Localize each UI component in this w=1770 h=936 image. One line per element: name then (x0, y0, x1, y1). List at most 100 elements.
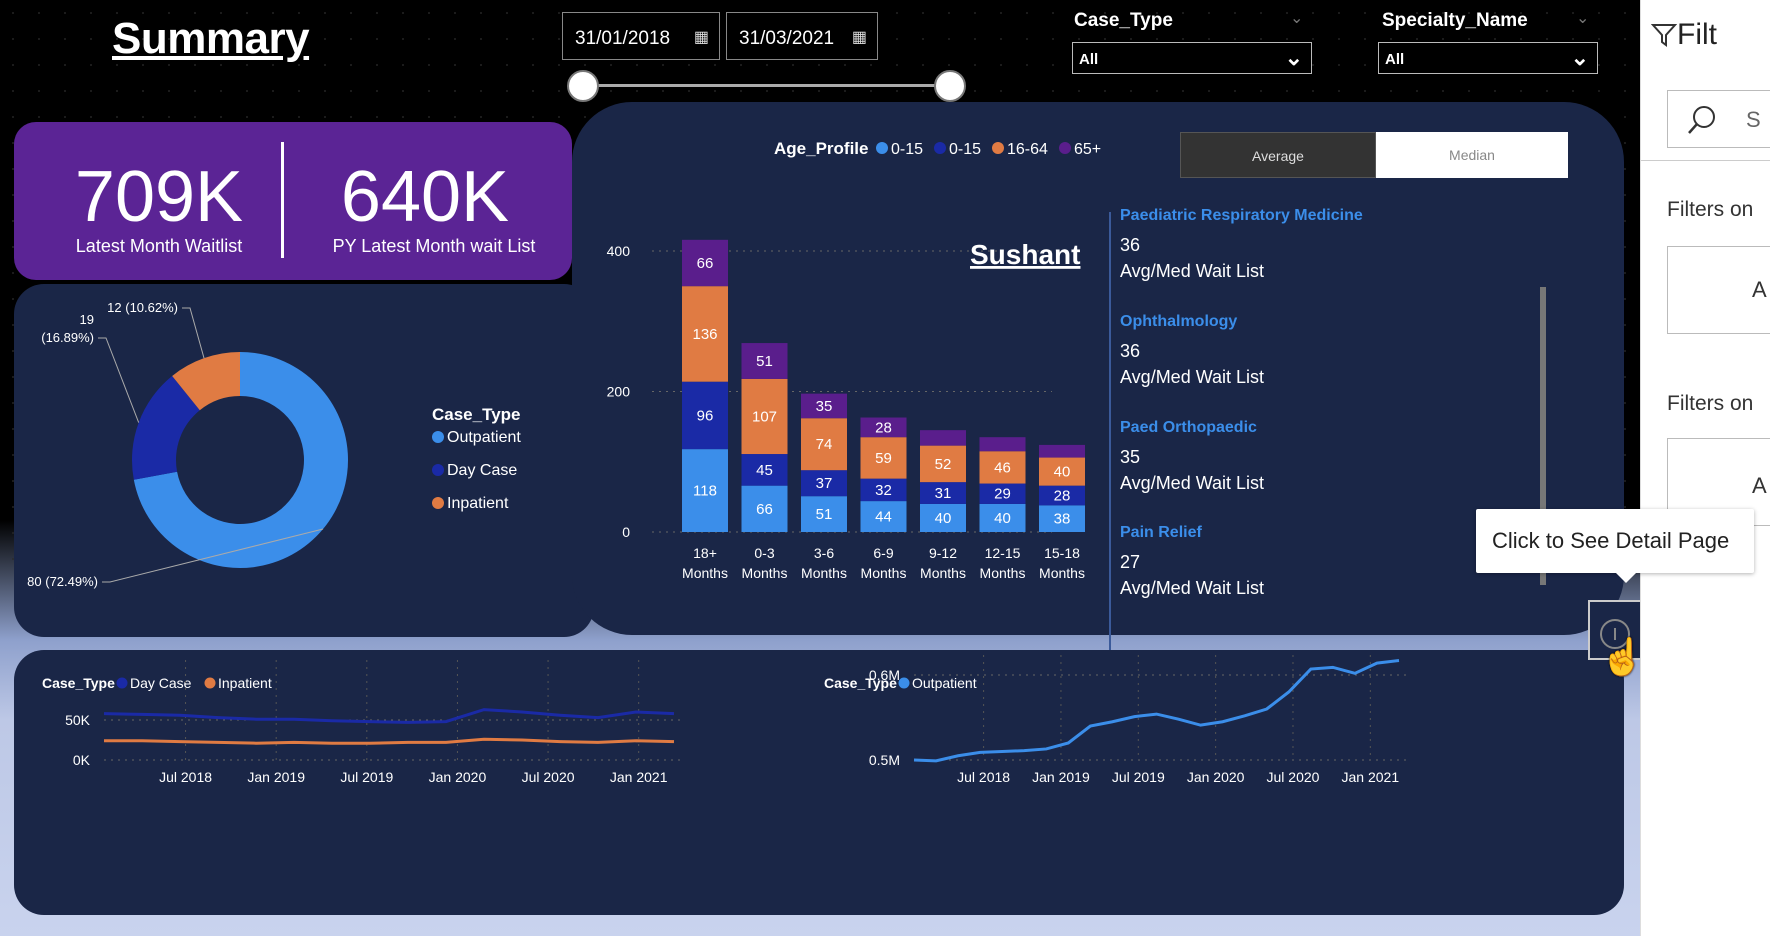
donut-legend-title: Case_Type (432, 405, 521, 424)
x-tick-label: Jul 2018 (159, 769, 212, 785)
donut-legend-item[interactable]: Day Case (447, 462, 517, 479)
bar-value-label: 40 (1054, 464, 1071, 481)
x-tick-label: Months (682, 565, 728, 581)
calendar-icon[interactable]: ▦ (694, 27, 709, 47)
line-legend-item[interactable]: Day Case (130, 675, 192, 691)
donut-chart-panel: 80 (72.49%) 19 (16.89%) 12 (10.62%) Case_Ty… (14, 284, 594, 637)
x-tick-label: 9-12 (929, 545, 957, 561)
slider-start-handle[interactable] (567, 70, 599, 102)
filter-search-input[interactable]: S (1667, 90, 1770, 148)
watermark-label: Sushant (970, 239, 1080, 270)
age-legend-item[interactable]: 0-15 (891, 141, 923, 158)
search-icon (1688, 106, 1715, 134)
legend-dot (876, 142, 888, 154)
x-tick-label: Months (742, 565, 788, 581)
x-tick-label: 12-15 (985, 545, 1021, 561)
page-title: Summary (112, 14, 310, 63)
case-type-dropdown[interactable]: All ⌄ (1072, 42, 1312, 74)
end-date-input[interactable]: 31/03/2021 ▦ (726, 12, 878, 60)
filters-on-all-label: Filters on (1667, 392, 1754, 415)
bar-segment[interactable] (920, 430, 966, 446)
age-legend-item[interactable]: 65+ (1074, 141, 1101, 158)
x-tick-label: Months (1039, 565, 1085, 581)
bar-value-label: 35 (816, 398, 833, 415)
specialty-name[interactable]: Paed Orthopaedic (1120, 419, 1257, 437)
slider-end-handle[interactable] (934, 70, 966, 102)
report-canvas: Summary 31/01/2018 ▦ 31/03/2021 ▦ Case_T… (0, 0, 1640, 936)
specialty-value: 36 (1120, 235, 1141, 255)
x-tick-label: 18+ (693, 545, 717, 561)
line-series[interactable] (104, 737, 675, 745)
donut-data-label: 12 (10.62%) (107, 300, 178, 315)
y-tick-label: 0.5M (869, 752, 900, 768)
bar-segment[interactable] (1039, 444, 1085, 458)
specialty-name[interactable]: Paediatric Respiratory Medicine (1120, 207, 1363, 225)
bar-chart-panel: Age_Profile 0-15 0-15 16-64 65+ 0 200 400 118… (572, 102, 1624, 752)
trend-charts-panel: Case_Type Day Case Inpatient 0K 50K Jul 201… (14, 650, 1624, 915)
filters-on-page-label: Filters on (1667, 198, 1754, 221)
specialty-metric-label: Avg/Med Wait List (1120, 578, 1265, 598)
specialty-value: All (1385, 51, 1405, 68)
line1-legend-title: Case_Type (42, 675, 115, 691)
bar-value-label: 66 (756, 501, 773, 518)
x-tick-label: Jul 2018 (957, 769, 1010, 785)
bar-segment[interactable] (979, 437, 1026, 452)
bar-value-label: 51 (816, 506, 833, 523)
age-legend-item[interactable]: 16-64 (1007, 141, 1048, 158)
median-toggle[interactable]: Median (1376, 132, 1568, 178)
x-tick-label: Jan 2021 (1342, 769, 1400, 785)
filter-pane-title: Filt (1677, 18, 1717, 51)
x-tick-label: 0-3 (754, 545, 774, 561)
bar-value-label: 37 (816, 475, 833, 492)
tooltip: Click to See Detail Page (1476, 509, 1754, 583)
latest-waitlist-value: 709K (74, 157, 244, 237)
legend-dot (432, 464, 444, 476)
x-tick-label: Jul 2019 (340, 769, 393, 785)
bar-value-label: 40 (935, 510, 952, 527)
specialty-label: Specialty_Name (1382, 10, 1528, 31)
py-waitlist-value: 640K (340, 157, 510, 237)
bar-value-label: 29 (994, 486, 1011, 503)
x-tick-label: 3-6 (814, 545, 834, 561)
average-toggle[interactable]: Average (1180, 132, 1376, 178)
donut-legend-item[interactable]: Outpatient (447, 429, 521, 446)
line-legend-item[interactable]: Outpatient (912, 675, 977, 691)
chevron-down-icon[interactable]: ⌄ (1290, 8, 1303, 28)
specialty-dropdown[interactable]: All ⌄ (1378, 42, 1598, 74)
kpi-divider (281, 142, 284, 258)
specialty-name[interactable]: Pain Relief (1120, 524, 1202, 542)
age-legend-item[interactable]: 0-15 (949, 141, 981, 158)
trend-charts[interactable]: Case_Type Day Case Inpatient 0K 50K Jul 201… (14, 650, 1624, 915)
donut-chart[interactable]: 80 (72.49%) 19 (16.89%) 12 (10.62%) Case_Ty… (14, 284, 594, 637)
add-filter-box[interactable]: A (1667, 246, 1770, 334)
bar-value-label: 96 (697, 407, 714, 424)
specialty-value: 36 (1120, 341, 1141, 361)
bar-value-label: 74 (816, 436, 833, 453)
start-date-input[interactable]: 31/01/2018 ▦ (562, 12, 720, 60)
specialty-name[interactable]: Ophthalmology (1120, 313, 1237, 331)
donut-leader-line (98, 337, 140, 423)
bar-value-label: 44 (875, 509, 892, 526)
chevron-down-icon[interactable]: ⌄ (1576, 8, 1589, 28)
legend-dot (1059, 142, 1071, 154)
case-type-label: Case_Type (1074, 10, 1173, 31)
calendar-icon[interactable]: ▦ (852, 27, 867, 47)
y-tick-label: 0K (73, 752, 91, 768)
bar-value-label: 46 (994, 459, 1011, 476)
specialty-metric-label: Avg/Med Wait List (1120, 261, 1265, 281)
donut-leader-line (182, 307, 205, 359)
specialty-metric-label: Avg/Med Wait List (1120, 367, 1265, 387)
x-tick-label: Jan 2021 (610, 769, 668, 785)
specialty-value: 35 (1120, 447, 1141, 467)
add-filter-label: A (1752, 277, 1767, 302)
donut-legend-item[interactable]: Inpatient (447, 495, 509, 512)
legend-dot (992, 142, 1004, 154)
chevron-down-icon: ⌄ (1570, 45, 1589, 70)
bar-value-label: 45 (756, 462, 773, 479)
donut-data-label: 80 (72.49%) (27, 574, 98, 589)
line-series[interactable] (913, 659, 1400, 763)
date-range-slider[interactable] (586, 84, 956, 87)
specialty-metric-label: Avg/Med Wait List (1120, 473, 1265, 493)
line-legend-item[interactable]: Inpatient (218, 675, 272, 691)
legend-dot (934, 142, 946, 154)
